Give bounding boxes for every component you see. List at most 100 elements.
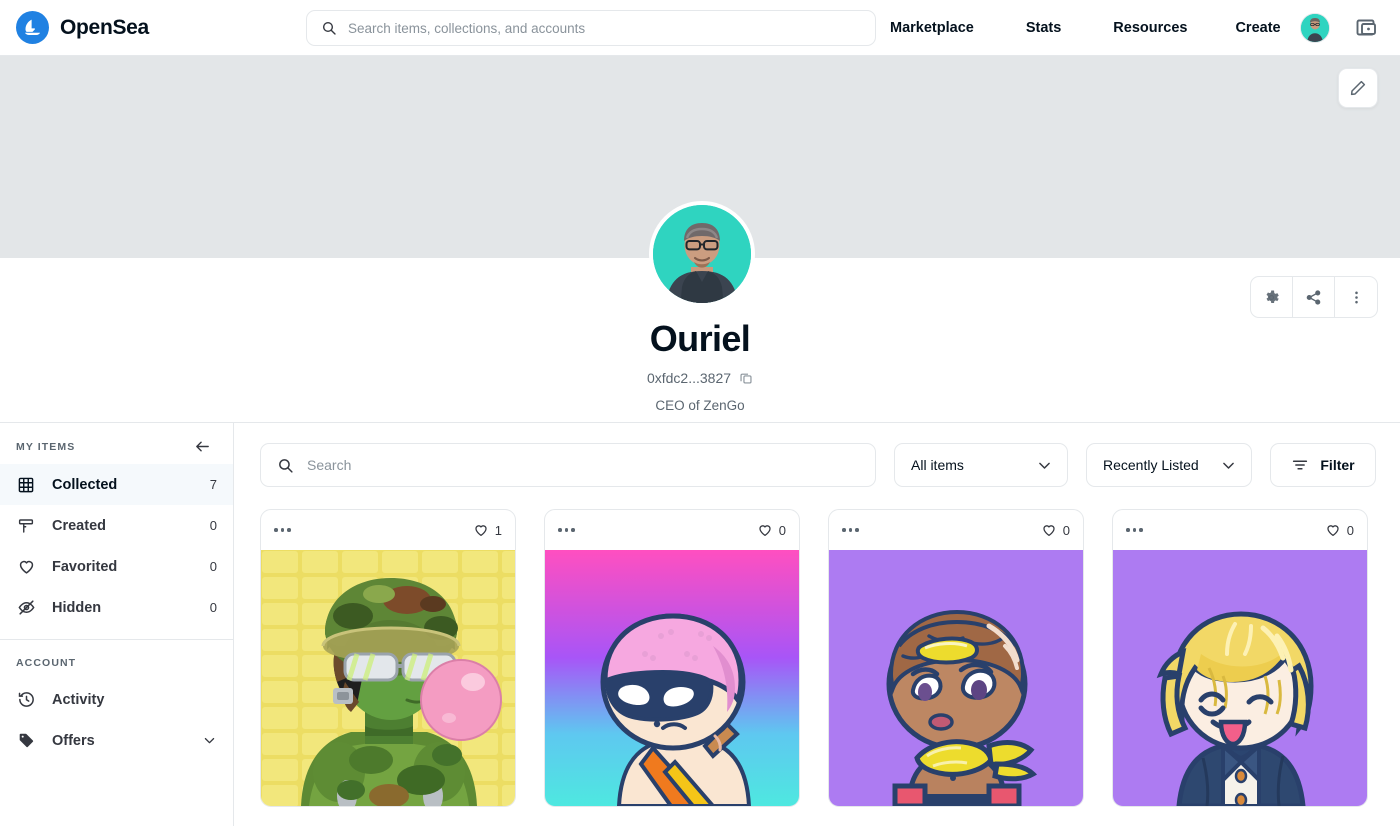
sidebar-item-offers[interactable]: Offers: [0, 720, 233, 761]
global-search-input[interactable]: Search items, collections, and accounts: [306, 10, 876, 46]
arrow-left-icon: [194, 438, 211, 455]
share-button[interactable]: [1293, 277, 1335, 317]
sidebar-item-label: Collected: [52, 476, 118, 493]
heart-icon: [1041, 522, 1057, 538]
sidebar-item-label: Favorited: [52, 558, 118, 575]
items-type-value: All items: [911, 457, 964, 473]
nft-like-count: 0: [1062, 522, 1070, 538]
sidebar-item-label: Hidden: [52, 599, 102, 616]
profile-header: Ouriel 0xfdc2...3827 CEO of ZenGo: [0, 201, 1400, 422]
nft-card-header: 0: [829, 510, 1083, 550]
items-toolbar: Search All items Recently Listed Filter: [260, 443, 1376, 487]
tag-icon: [16, 731, 36, 750]
sidebar-collapse-button[interactable]: [194, 438, 217, 455]
filter-label: Filter: [1320, 457, 1355, 473]
yellow-scarf-character-artwork: [829, 550, 1083, 806]
nft-like-count: 1: [494, 522, 502, 538]
more-horizontal-icon[interactable]: [558, 528, 575, 532]
heart-icon: [473, 522, 489, 538]
items-type-dropdown[interactable]: All items: [894, 443, 1068, 487]
sidebar-item-count: 7: [209, 477, 217, 492]
brand-name: OpenSea: [60, 15, 149, 39]
sidebar-my-items-title: MY ITEMS: [16, 440, 76, 453]
nft-card[interactable]: 0: [1112, 509, 1368, 807]
heart-icon: [16, 557, 36, 576]
sidebar-item-collected[interactable]: Collected 7: [0, 464, 233, 505]
brush-icon: [16, 517, 36, 535]
edit-profile-button[interactable]: [1338, 68, 1378, 108]
sort-dropdown[interactable]: Recently Listed: [1086, 443, 1252, 487]
nav-link-stats[interactable]: Stats: [1026, 20, 1113, 36]
share-icon: [1305, 289, 1322, 306]
opensea-ship-logo-icon: [16, 11, 49, 44]
nav-link-create[interactable]: Create: [1235, 20, 1306, 36]
main-nav-links: Marketplace Stats Resources Create: [890, 0, 1307, 56]
sidebar-account-title: ACCOUNT: [16, 657, 77, 669]
sidebar-item-label: Offers: [52, 732, 95, 749]
nav-link-resources[interactable]: Resources: [1113, 20, 1235, 36]
nft-card-header: 1: [261, 510, 515, 550]
pencil-icon: [1349, 79, 1367, 97]
top-navigation-bar: OpenSea Search items, collections, and a…: [0, 0, 1400, 56]
nft-card-header: 0: [1113, 510, 1367, 550]
chevron-down-icon: [1036, 457, 1053, 474]
sidebar-item-label: Created: [52, 517, 106, 534]
nft-like-count: 0: [1346, 522, 1354, 538]
wallet-icon[interactable]: [1354, 16, 1380, 40]
items-search-input[interactable]: Search: [260, 443, 876, 487]
more-horizontal-icon[interactable]: [1126, 528, 1143, 532]
sidebar-item-activity[interactable]: Activity: [0, 679, 233, 720]
blonde-tongue-out-character-artwork: [1113, 550, 1367, 806]
sidebar-item-count: 0: [209, 600, 217, 615]
sidebar-item-count: 0: [209, 559, 217, 574]
nft-card[interactable]: 1: [260, 509, 516, 807]
grid-icon: [16, 476, 36, 494]
chevron-down-icon: [202, 733, 217, 748]
wallet-address[interactable]: 0xfdc2...3827: [0, 370, 1400, 386]
sidebar-item-created[interactable]: Created 0: [0, 505, 233, 546]
gear-icon: [1263, 289, 1280, 306]
page-body: MY ITEMS Collected 7 Created 0 Favorited…: [0, 422, 1400, 826]
sidebar: MY ITEMS Collected 7 Created 0 Favorited…: [0, 423, 234, 826]
more-options-button[interactable]: [1335, 277, 1377, 317]
profile-action-buttons: [1250, 276, 1378, 318]
sidebar-item-hidden[interactable]: Hidden 0: [0, 587, 233, 628]
settings-button[interactable]: [1251, 277, 1293, 317]
nft-card-grid: 1 0 0 0: [260, 509, 1376, 807]
sidebar-item-count: 0: [209, 518, 217, 533]
brand-logo-link[interactable]: OpenSea: [0, 11, 290, 44]
account-avatar[interactable]: [1300, 13, 1330, 43]
nft-like-button[interactable]: 0: [1325, 522, 1354, 538]
camo-soldier-bubblegum-artwork: [261, 550, 515, 806]
copy-icon[interactable]: [739, 371, 753, 385]
more-horizontal-icon[interactable]: [842, 528, 859, 532]
filter-button[interactable]: Filter: [1270, 443, 1376, 487]
nft-like-button[interactable]: 1: [473, 522, 502, 538]
nft-like-button[interactable]: 0: [1041, 522, 1070, 538]
more-vertical-icon: [1348, 289, 1365, 306]
sidebar-item-favorited[interactable]: Favorited 0: [0, 546, 233, 587]
nft-card-header: 0: [545, 510, 799, 550]
masked-pink-hair-character-artwork: [545, 550, 799, 806]
sidebar-my-items-header: MY ITEMS: [0, 423, 233, 464]
nav-link-marketplace[interactable]: Marketplace: [890, 20, 1026, 36]
profile-avatar[interactable]: [649, 201, 755, 307]
eye-off-icon: [16, 598, 36, 617]
wallet-address-text: 0xfdc2...3827: [646, 370, 732, 386]
nft-like-button[interactable]: 0: [757, 522, 786, 538]
nft-card[interactable]: 0: [544, 509, 800, 807]
more-horizontal-icon[interactable]: [274, 528, 291, 532]
chevron-down-icon: [1220, 457, 1237, 474]
search-icon: [277, 457, 294, 474]
nft-card[interactable]: 0: [828, 509, 1084, 807]
heart-icon: [757, 522, 773, 538]
global-search-placeholder: Search items, collections, and accounts: [348, 20, 586, 36]
profile-bio: CEO of ZenGo: [655, 398, 745, 413]
items-search-placeholder: Search: [307, 457, 352, 473]
main-content: Search All items Recently Listed Filter …: [234, 423, 1400, 826]
filter-icon: [1291, 456, 1309, 474]
nft-like-count: 0: [778, 522, 786, 538]
sort-value: Recently Listed: [1103, 457, 1199, 473]
search-icon: [321, 20, 337, 36]
history-icon: [16, 690, 36, 709]
